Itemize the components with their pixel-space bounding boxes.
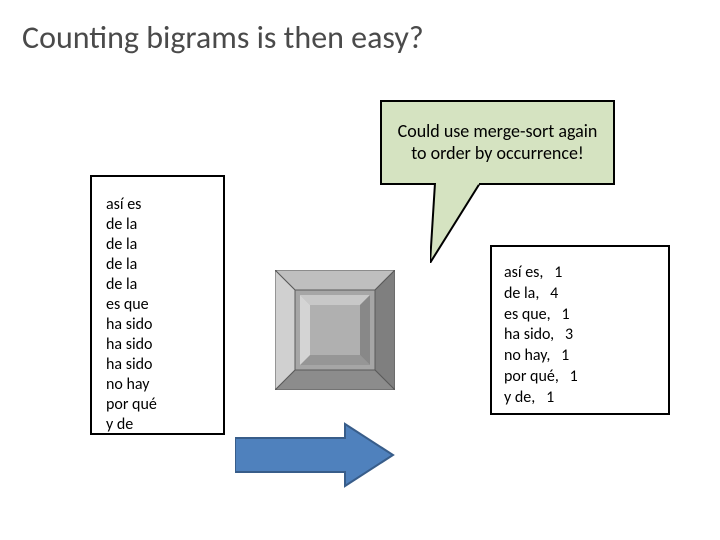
input-bigram-item: no hay bbox=[106, 375, 209, 395]
output-count-item: ha sido, 3 bbox=[504, 325, 656, 346]
output-counts-list: así es, 1de la, 4es que, 1ha sido, 3no h… bbox=[504, 263, 656, 409]
callout-box: Could use merge-sort again to order by o… bbox=[380, 100, 615, 185]
input-bigrams-list: así esde lade lade lade laes queha sidoh… bbox=[106, 195, 209, 435]
input-bigrams-box: así esde lade lade lade laes queha sidoh… bbox=[90, 175, 225, 435]
input-bigram-item: de la bbox=[106, 215, 209, 235]
input-bigram-item: por qué bbox=[106, 395, 209, 415]
output-count-item: así es, 1 bbox=[504, 263, 656, 284]
input-bigram-item: ha sido bbox=[106, 335, 209, 355]
output-count-item: no hay, 1 bbox=[504, 346, 656, 367]
output-count-item: por qué, 1 bbox=[504, 367, 656, 388]
output-count-item: es que, 1 bbox=[504, 305, 656, 326]
input-bigram-item: así es bbox=[106, 195, 209, 215]
slide-title: Counting bigrams is then easy? bbox=[22, 18, 424, 57]
machine-icon bbox=[275, 270, 395, 390]
input-bigram-item: ha sido bbox=[106, 355, 209, 375]
arrow-icon bbox=[235, 420, 395, 495]
output-count-item: de la, 4 bbox=[504, 284, 656, 305]
input-bigram-item: de la bbox=[106, 255, 209, 275]
input-bigram-item: de la bbox=[106, 235, 209, 255]
output-count-item: y de, 1 bbox=[504, 388, 656, 409]
output-counts-box: así es, 1de la, 4es que, 1ha sido, 3no h… bbox=[490, 245, 670, 415]
input-bigram-item: es que bbox=[106, 295, 209, 315]
input-bigram-item: y de bbox=[106, 415, 209, 435]
input-bigram-item: ha sido bbox=[106, 315, 209, 335]
callout-text: Could use merge-sort again to order by o… bbox=[394, 121, 601, 164]
input-bigram-item: de la bbox=[106, 275, 209, 295]
